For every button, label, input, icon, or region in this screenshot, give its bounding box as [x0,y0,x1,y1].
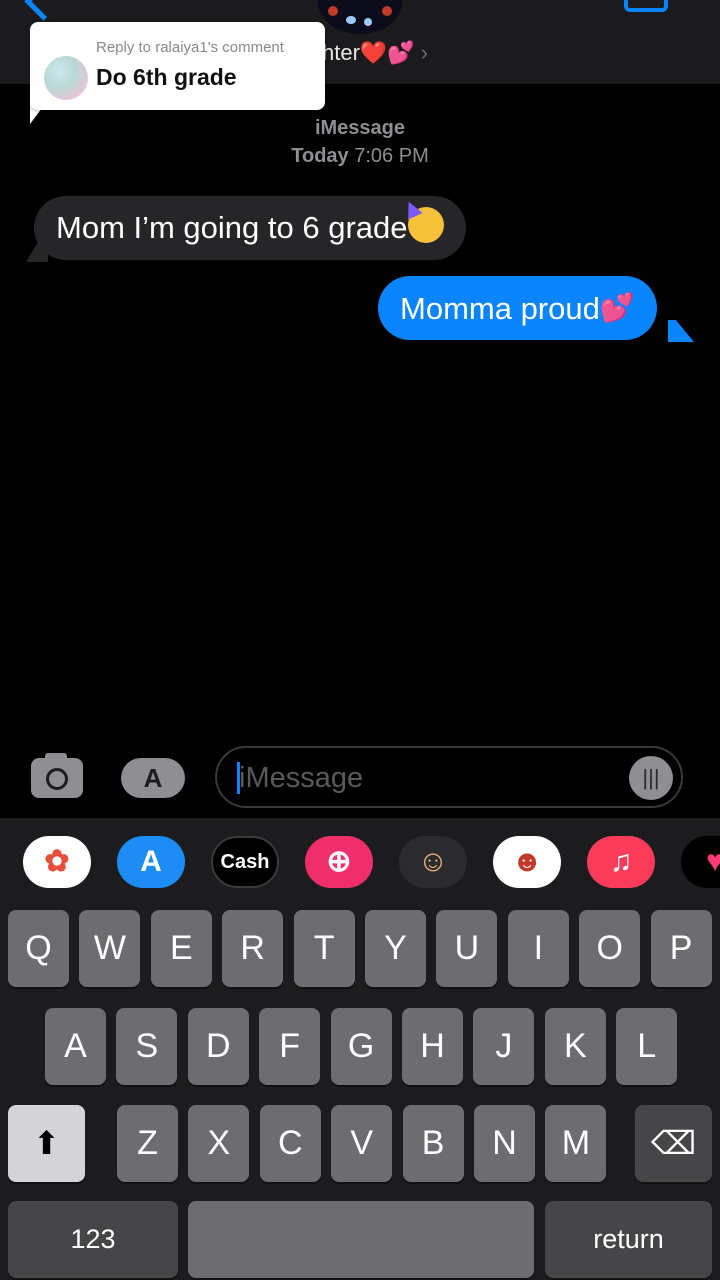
key-x[interactable]: X [188,1105,250,1182]
key-r[interactable]: R [222,910,284,987]
key-m[interactable]: M [545,1105,607,1182]
music-icon[interactable]: ♫ [587,836,655,888]
key-i[interactable]: I [507,910,569,987]
reply-comment-text: Do 6th grade [96,64,237,90]
memoji-stickers-icon[interactable]: ☻ [493,836,561,888]
app-drawer: ✿ A Cash ⊕ ☺ ☻ ♫ ♥ [0,818,720,906]
message-input-placeholder: iMessage [239,762,364,794]
memoji-icon[interactable]: ☺ [399,836,467,888]
numbers-key[interactable]: 123 [8,1201,178,1278]
key-h[interactable]: H [402,1008,463,1085]
key-b[interactable]: B [402,1105,464,1182]
key-c[interactable]: C [259,1105,321,1182]
two-hearts-emoji: 💕 [599,292,635,323]
photos-icon[interactable]: ✿ [23,836,91,888]
contact-name-text: hter [322,40,360,65]
app-store-icon[interactable]: A [121,758,185,798]
key-j[interactable]: J [473,1008,535,1085]
service-label: iMessage [314,117,406,139]
key-e[interactable]: E [150,910,212,987]
globe-search-icon[interactable]: ⊕ [305,836,373,888]
contact-name[interactable]: hter❤️💕 › [322,40,428,66]
reply-label: Reply to ralaiya1's comment [96,39,284,56]
heart-hands-icon[interactable]: ♥ [681,836,720,888]
key-f[interactable]: F [259,1008,321,1085]
waveform-icon[interactable]: ||| [629,756,673,800]
reply-comment-card: Reply to ralaiya1's comment Do 6th grade [30,22,325,110]
key-k[interactable]: K [544,1008,606,1085]
key-g[interactable]: G [330,1008,392,1085]
key-u[interactable]: U [436,910,498,987]
key-a[interactable]: A [45,1008,106,1085]
key-q[interactable]: Q [8,910,69,987]
backspace-key[interactable]: ⌫ [635,1105,712,1182]
message-timestamp: Today 7:06 PM [0,145,720,168]
message-input[interactable]: iMessage ||| [215,746,683,808]
chevron-left-icon[interactable] [24,0,63,21]
camera-icon[interactable] [31,753,83,798]
key-y[interactable]: Y [365,910,426,987]
partying-face-emoji [400,198,444,243]
key-s[interactable]: S [116,1008,178,1085]
key-p[interactable]: P [650,910,712,987]
key-z[interactable]: Z [117,1105,178,1182]
key-o[interactable]: O [579,910,641,987]
apple-cash-icon[interactable]: Cash [211,836,279,888]
key-w[interactable]: W [79,910,141,987]
keyboard-area: ✿ A Cash ⊕ ☺ ☻ ♫ ♥ Q W E R T Y U I O P A S D F G H J K L Z X C V B N M ⬆ ⌫… [0,818,720,1280]
timestamp-day: Today [291,145,349,167]
shift-key[interactable]: ⬆ [8,1105,85,1182]
commenter-avatar [44,56,88,100]
contact-emojis: ❤️💕 [359,40,415,65]
return-key[interactable]: return [545,1201,712,1278]
chevron-right-icon: › [420,40,429,65]
outgoing-message-bubble[interactable]: Momma proud💕 [378,276,657,340]
app-label: Cash [220,851,270,873]
key-n[interactable]: N [474,1105,535,1182]
message-text: Mom I’m going to 6 grade [56,210,408,245]
space-key[interactable] [188,1201,534,1278]
message-text: Momma proud [400,291,600,326]
outgoing-bubble-tail [668,320,694,342]
shift-arrow-icon: ⬆ [33,1125,60,1161]
key-v[interactable]: V [331,1105,393,1182]
timestamp-time: 7:06 PM [354,145,429,167]
key-l[interactable]: L [616,1008,678,1085]
incoming-message-bubble[interactable]: Mom I’m going to 6 grade [34,196,466,260]
contact-avatar[interactable] [318,0,402,34]
backspace-icon: ⌫ [650,1125,697,1161]
app-store-icon[interactable]: A [117,836,185,888]
key-t[interactable]: T [293,910,355,987]
key-d[interactable]: D [187,1008,249,1085]
video-camera-icon[interactable] [624,0,668,12]
